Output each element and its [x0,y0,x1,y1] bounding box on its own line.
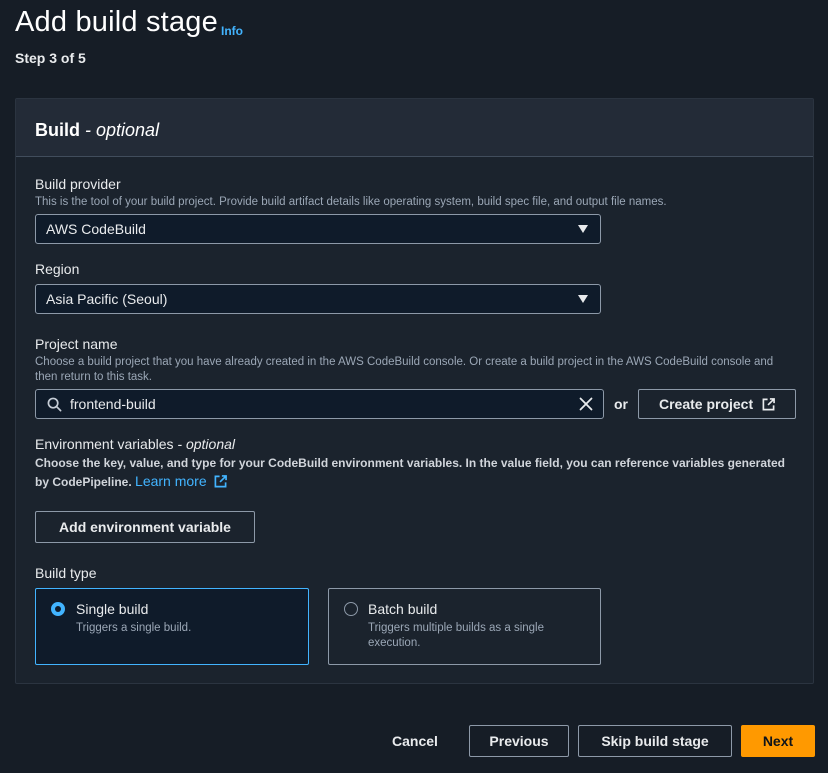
build-provider-description: This is the tool of your build project. … [35,196,667,208]
panel-title-optional: - optional [85,120,160,140]
build-provider-label: Build provider [35,176,121,192]
single-build-option[interactable]: Single build Triggers a single build. [35,588,309,665]
single-build-description: Triggers a single build. [76,622,192,634]
project-name-search-input[interactable]: frontend-build [35,389,604,419]
page-title: Add build stage [15,6,218,38]
previous-button[interactable]: Previous [469,725,569,757]
external-link-icon [214,475,227,488]
build-provider-select[interactable]: AWS CodeBuild [35,214,601,244]
panel-title: Build - optional [35,120,159,141]
caret-down-icon [578,295,588,303]
panel-header: Build - optional [16,99,813,157]
panel-title-text: Build [35,120,80,140]
build-type-label: Build type [35,565,97,581]
batch-build-description: Triggers multiple builds as a single exe… [368,622,544,649]
skip-build-stage-button[interactable]: Skip build stage [578,725,732,757]
env-vars-label: Environment variables - optional [35,436,235,452]
radio-selected-icon[interactable] [51,602,65,616]
external-link-icon [762,398,775,411]
project-name-value: frontend-build [70,396,156,412]
region-select[interactable]: Asia Pacific (Seoul) [35,284,601,314]
batch-build-title: Batch build [368,601,438,617]
info-link[interactable]: Info [221,24,243,38]
learn-more-label: Learn more [135,473,207,489]
build-provider-value: AWS CodeBuild [46,221,146,237]
learn-more-link[interactable]: Learn more [135,473,227,489]
create-project-button[interactable]: Create project [638,389,796,419]
build-panel: Build - optional Build provider This is … [15,98,814,684]
radio-unselected-icon[interactable] [344,602,358,616]
search-icon [47,397,62,412]
caret-down-icon [578,225,588,233]
single-build-title: Single build [76,601,149,617]
or-text: or [614,396,628,412]
batch-build-option[interactable]: Batch build Triggers multiple builds as … [328,588,601,665]
create-project-label: Create project [658,396,754,412]
project-name-label: Project name [35,336,118,352]
step-indicator: Step 3 of 5 [15,50,86,66]
clear-icon[interactable] [579,397,593,411]
env-vars-label-text: Environment variables [35,436,174,452]
add-environment-variable-button[interactable]: Add environment variable [35,511,255,543]
env-vars-optional: - optional [177,436,235,452]
cancel-button[interactable]: Cancel [383,726,447,756]
env-vars-description: Choose the key, value, and type for your… [35,454,795,491]
project-name-description: Choose a build project that you have alr… [35,356,774,383]
region-value: Asia Pacific (Seoul) [46,291,168,307]
region-label: Region [35,261,80,277]
next-button[interactable]: Next [741,725,815,757]
